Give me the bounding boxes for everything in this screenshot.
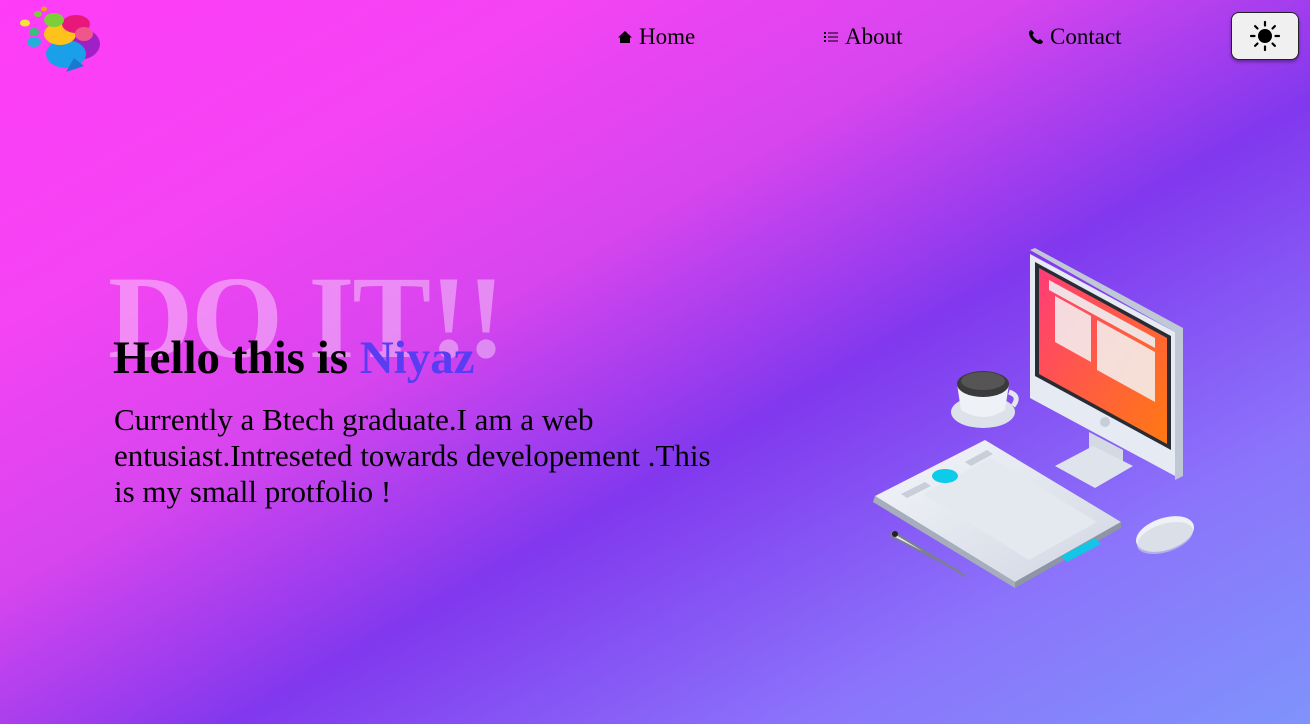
nav-about-link[interactable]: About (823, 22, 903, 52)
list-icon (824, 32, 838, 42)
theme-toggle-button[interactable] (1231, 12, 1299, 60)
hero-name: Niyaz (359, 332, 475, 384)
colorful-head-logo-icon (20, 6, 100, 72)
home-icon (618, 31, 632, 43)
phone-icon (1029, 30, 1043, 44)
nav-home-link[interactable]: Home (617, 22, 695, 52)
hero-greeting: Hello this is (113, 332, 349, 384)
hero-description: Currently a Btech graduate.I am a web en… (114, 402, 711, 509)
nav-contact-label: Contact (1050, 24, 1122, 49)
sun-icon (1249, 20, 1281, 52)
nav-contact-link[interactable]: Contact (1028, 22, 1122, 52)
nav-home-label: Home (639, 24, 696, 49)
workspace-illustration (865, 244, 1200, 594)
site-logo[interactable] (14, 6, 106, 76)
hero-title: Hello this is Niyaz (113, 330, 475, 386)
nav-about-label: About (845, 24, 903, 49)
